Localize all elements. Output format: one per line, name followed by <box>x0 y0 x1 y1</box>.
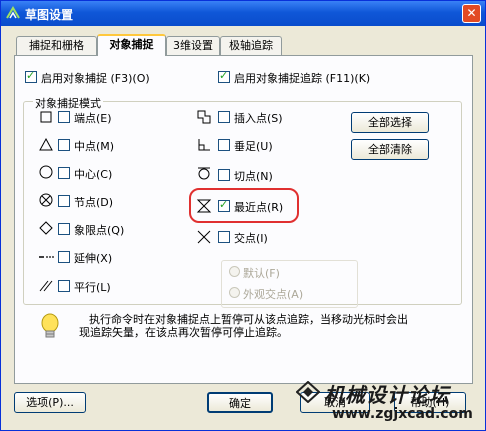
center-label[interactable]: 中心(C) <box>74 166 112 182</box>
endpoint-checkbox[interactable] <box>58 111 70 123</box>
sketch-settings-dialog: 草图设置 ✕ 捕捉和栅格 对象捕捉 3维设置 极轴追踪 启用对象捕捉 (F3)(… <box>0 0 486 431</box>
apparent-intersection-radio-label[interactable]: 外观交点(A) <box>243 286 303 302</box>
perpendicular-label[interactable]: 垂足(U) <box>234 138 273 154</box>
select-all-button[interactable]: 全部选择 <box>351 112 429 133</box>
node-x-circle-icon <box>39 193 53 207</box>
enable-snap-tracking-checkbox[interactable] <box>218 69 230 83</box>
insert-label[interactable]: 插入点(S) <box>234 110 283 126</box>
center-checkbox[interactable] <box>58 167 70 179</box>
quadrant-diamond-icon <box>39 221 53 235</box>
insert-checkbox[interactable] <box>218 111 230 123</box>
lightbulb-icon <box>41 313 59 338</box>
tab-polar-tracking[interactable]: 极轴追踪 <box>220 36 282 55</box>
autocad-app-icon <box>6 6 20 19</box>
tab-label: 对象捕捉 <box>109 38 154 51</box>
default-radio[interactable] <box>229 266 240 277</box>
tab-snap-grid[interactable]: 捕捉和栅格 <box>16 36 97 55</box>
tangent-label[interactable]: 切点(N) <box>234 168 273 184</box>
tab-label: 3维设置 <box>173 39 213 52</box>
watermark-logo-icon <box>296 381 320 403</box>
ok-button[interactable]: 确定 <box>207 392 273 413</box>
perpendicular-icon <box>198 139 210 151</box>
clear-all-button[interactable]: 全部清除 <box>351 139 429 160</box>
perpendicular-checkbox[interactable] <box>218 139 230 151</box>
intersection-checkbox[interactable] <box>218 231 230 243</box>
endpoint-square-icon <box>40 111 52 123</box>
endpoint-label[interactable]: 端点(E) <box>74 110 112 126</box>
tab-label: 捕捉和栅格 <box>29 39 84 52</box>
apparent-intersection-radio[interactable] <box>229 287 240 298</box>
title-bar[interactable]: 草图设置 ✕ <box>1 1 485 26</box>
tab-3d-settings[interactable]: 3维设置 <box>166 36 220 55</box>
midpoint-checkbox[interactable] <box>58 139 70 151</box>
extension-dots-icon <box>39 256 54 258</box>
default-radio-label[interactable]: 默认(F) <box>243 265 280 281</box>
insert-icon <box>197 110 211 124</box>
parallel-label[interactable]: 平行(L) <box>74 279 111 295</box>
enable-object-snap-label[interactable]: 启用对象捕捉 (F3)(O) <box>41 70 150 86</box>
tangent-checkbox[interactable] <box>218 169 230 181</box>
nearest-highlight-annotation <box>189 188 299 223</box>
node-label[interactable]: 节点(D) <box>74 194 113 210</box>
quadrant-checkbox[interactable] <box>58 223 70 235</box>
center-circle-icon <box>39 165 53 179</box>
enable-object-snap-checkbox[interactable] <box>25 69 37 83</box>
window-title: 草图设置 <box>25 8 74 22</box>
options-button[interactable]: 选项(P)... <box>14 392 86 413</box>
parallel-checkbox[interactable] <box>58 280 70 292</box>
intersection-label[interactable]: 交点(I) <box>234 230 268 246</box>
site-watermark: 机械设计论坛 www.zgjxcad.com <box>296 379 481 429</box>
watermark-url: www.zgjxcad.com <box>332 406 473 422</box>
tangent-icon <box>198 167 210 180</box>
node-checkbox[interactable] <box>58 195 70 207</box>
extension-checkbox[interactable] <box>58 251 70 263</box>
enable-snap-tracking-label[interactable]: 启用对象捕捉追踪 (F11)(K) <box>234 70 370 86</box>
midpoint-triangle-icon <box>39 137 53 151</box>
parallel-lines-icon <box>39 280 53 292</box>
hint-line-2: 现追踪矢量，在该点再次暂停可停止追踪。 <box>79 326 288 339</box>
extension-label[interactable]: 延伸(X) <box>74 250 112 266</box>
close-button[interactable]: ✕ <box>462 4 481 23</box>
midpoint-label[interactable]: 中点(M) <box>74 138 114 154</box>
quadrant-label[interactable]: 象限点(Q) <box>74 222 124 238</box>
tab-object-snap[interactable]: 对象捕捉 <box>97 34 166 56</box>
tab-label: 极轴追踪 <box>229 39 273 52</box>
watermark-title: 机械设计论坛 <box>324 383 450 407</box>
intersection-x-icon <box>197 230 211 244</box>
